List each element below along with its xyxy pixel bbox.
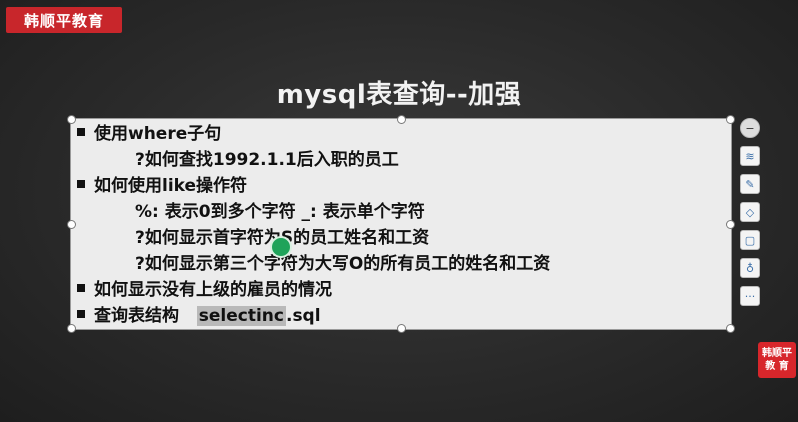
eraser-icon[interactable]: ◇	[740, 202, 760, 222]
brand-logo-line: 教 育	[765, 361, 789, 372]
bullet-icon	[77, 128, 85, 136]
list-item-text: ?如何查找1992.1.1后入职的员工	[135, 150, 399, 170]
annotation-toolbar: − ≋ ✎ ◇ ▢ ♁ ···	[740, 118, 760, 306]
bulb-icon[interactable]: ♁	[740, 258, 760, 278]
list-item: ?如何显示第三个字符为大写O的所有员工的姓名和工资	[77, 251, 725, 277]
minus-icon[interactable]: −	[740, 118, 760, 138]
resize-handle-bl[interactable]	[67, 324, 76, 333]
resize-handle-tr[interactable]	[726, 115, 735, 124]
resize-handle-ml[interactable]	[67, 220, 76, 229]
list-item: 如何显示没有上级的雇员的情况	[77, 277, 725, 303]
resize-handle-tl[interactable]	[67, 115, 76, 124]
resize-handle-br[interactable]	[726, 324, 735, 333]
list-item: ?如何查找1992.1.1后入职的员工	[77, 147, 725, 173]
bullet-list: 使用where子句 ?如何查找1992.1.1后入职的员工 如何使用like操作…	[77, 121, 725, 329]
resize-handle-mr[interactable]	[726, 220, 735, 229]
more-icon[interactable]: ···	[740, 286, 760, 306]
list-item: 使用where子句	[77, 121, 725, 147]
brand-logo-line: 韩顺平	[762, 348, 792, 359]
list-item-text: 使用where子句	[94, 124, 222, 144]
filename-suffix: .sql	[285, 306, 321, 326]
list-item-text: 如何显示没有上级的雇员的情况	[94, 280, 332, 300]
list-item-text: %: 表示0到多个字符 _: 表示单个字符	[135, 202, 425, 222]
layers-icon[interactable]: ≋	[740, 146, 760, 166]
pointer-cursor-icon	[270, 236, 292, 258]
frame-icon[interactable]: ▢	[740, 230, 760, 250]
brand-logo-bottom-right: 韩顺平 教 育	[758, 342, 796, 378]
brand-logo-top-left: 韩顺平教育	[6, 7, 122, 33]
bullet-icon	[77, 180, 85, 188]
list-item: %: 表示0到多个字符 _: 表示单个字符	[77, 199, 725, 225]
list-item: 查询表结构 selectinc .sql	[77, 303, 725, 329]
list-item-text: 查询表结构	[94, 306, 179, 326]
pen-icon[interactable]: ✎	[740, 174, 760, 194]
highlighted-filename: selectinc	[196, 306, 286, 326]
bullet-icon	[77, 310, 85, 318]
slide-title: mysql表查询--加强	[276, 80, 522, 110]
bullet-icon	[77, 284, 85, 292]
slide-content-box[interactable]: 使用where子句 ?如何查找1992.1.1后入职的员工 如何使用like操作…	[67, 115, 735, 333]
list-item-text: ?如何显示第三个字符为大写O的所有员工的姓名和工资	[135, 254, 551, 274]
list-item: ?如何显示首字符为S的员工姓名和工资	[77, 225, 725, 251]
list-item: 如何使用like操作符	[77, 173, 725, 199]
list-item-text: 如何使用like操作符	[94, 176, 248, 196]
